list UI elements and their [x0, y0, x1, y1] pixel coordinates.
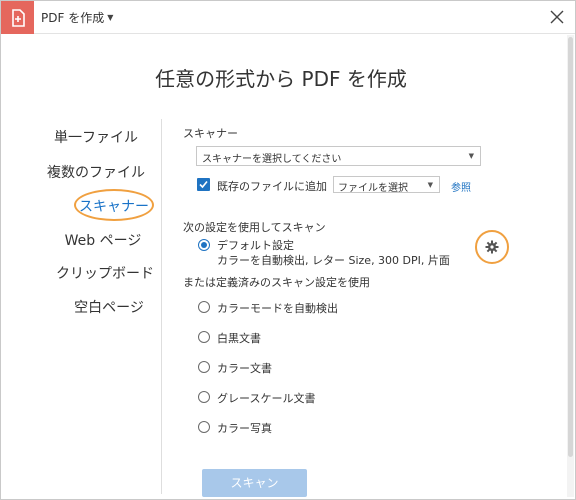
- preset-radio[interactable]: [198, 361, 210, 373]
- scroll-thumb[interactable]: [568, 37, 573, 457]
- window-title: PDF を作成: [41, 11, 105, 25]
- scanner-section-label: スキャナー: [183, 127, 238, 140]
- file-select-value: ファイルを選択: [338, 183, 408, 194]
- title-bar: PDF を作成 ▼: [1, 1, 575, 34]
- preset-radio[interactable]: [198, 391, 210, 403]
- default-settings-title: デフォルト設定: [217, 239, 294, 252]
- nav-item-scanner[interactable]: スキャナー: [39, 196, 189, 216]
- close-button[interactable]: [549, 9, 565, 25]
- scanner-select[interactable]: スキャナーを選択してください ▼: [196, 146, 481, 166]
- title-menu[interactable]: PDF を作成 ▼: [41, 9, 113, 26]
- scan-button[interactable]: スキャン: [202, 469, 307, 497]
- pdf-create-icon: [1, 1, 34, 34]
- chevron-down-icon: ▼: [427, 181, 433, 189]
- nav-item-multiple-files[interactable]: 複数のファイル: [21, 162, 171, 182]
- nav-item-web-page[interactable]: Web ページ: [28, 230, 178, 250]
- close-icon: [550, 10, 564, 24]
- preset-radio[interactable]: [198, 421, 210, 433]
- page-title: 任意の形式から PDF を作成: [155, 67, 407, 91]
- preset-label: カラー文書: [217, 362, 272, 375]
- append-label: 既存のファイルに追加: [217, 180, 327, 193]
- append-checkbox[interactable]: [197, 178, 210, 191]
- nav-item-clipboard[interactable]: クリップボード: [30, 263, 180, 283]
- preset-label: カラー写真: [217, 422, 272, 435]
- gear-icon: [485, 240, 499, 254]
- preset-settings-label: または定義済みのスキャン設定を使用: [183, 276, 370, 289]
- checkmark-icon: [199, 180, 208, 189]
- settings-label: 次の設定を使用してスキャン: [183, 221, 326, 234]
- browse-link[interactable]: 参照: [451, 179, 471, 194]
- create-pdf-window: PDF を作成 ▼ 任意の形式から PDF を作成 単一ファイル 複数のファイル…: [0, 0, 576, 500]
- preset-label: グレースケール文書: [217, 392, 316, 405]
- chevron-down-icon: ▼: [468, 152, 474, 160]
- scrollbar[interactable]: [567, 35, 574, 497]
- caret-down-icon: ▼: [107, 13, 114, 22]
- preset-label: 白黒文書: [217, 332, 261, 345]
- default-settings-description: カラーを自動検出, レター Size, 300 DPI, 片面: [217, 254, 450, 267]
- scan-settings-button[interactable]: [475, 230, 509, 264]
- preset-label: カラーモードを自動検出: [217, 302, 338, 315]
- scanner-select-value: スキャナーを選択してください: [202, 154, 342, 165]
- preset-radio[interactable]: [198, 331, 210, 343]
- default-settings-radio[interactable]: [198, 239, 210, 251]
- nav-divider: [161, 119, 162, 494]
- file-select[interactable]: ファイルを選択 ▼: [333, 176, 440, 194]
- preset-radio[interactable]: [198, 301, 210, 313]
- nav-item-single-file[interactable]: 単一ファイル: [21, 127, 171, 147]
